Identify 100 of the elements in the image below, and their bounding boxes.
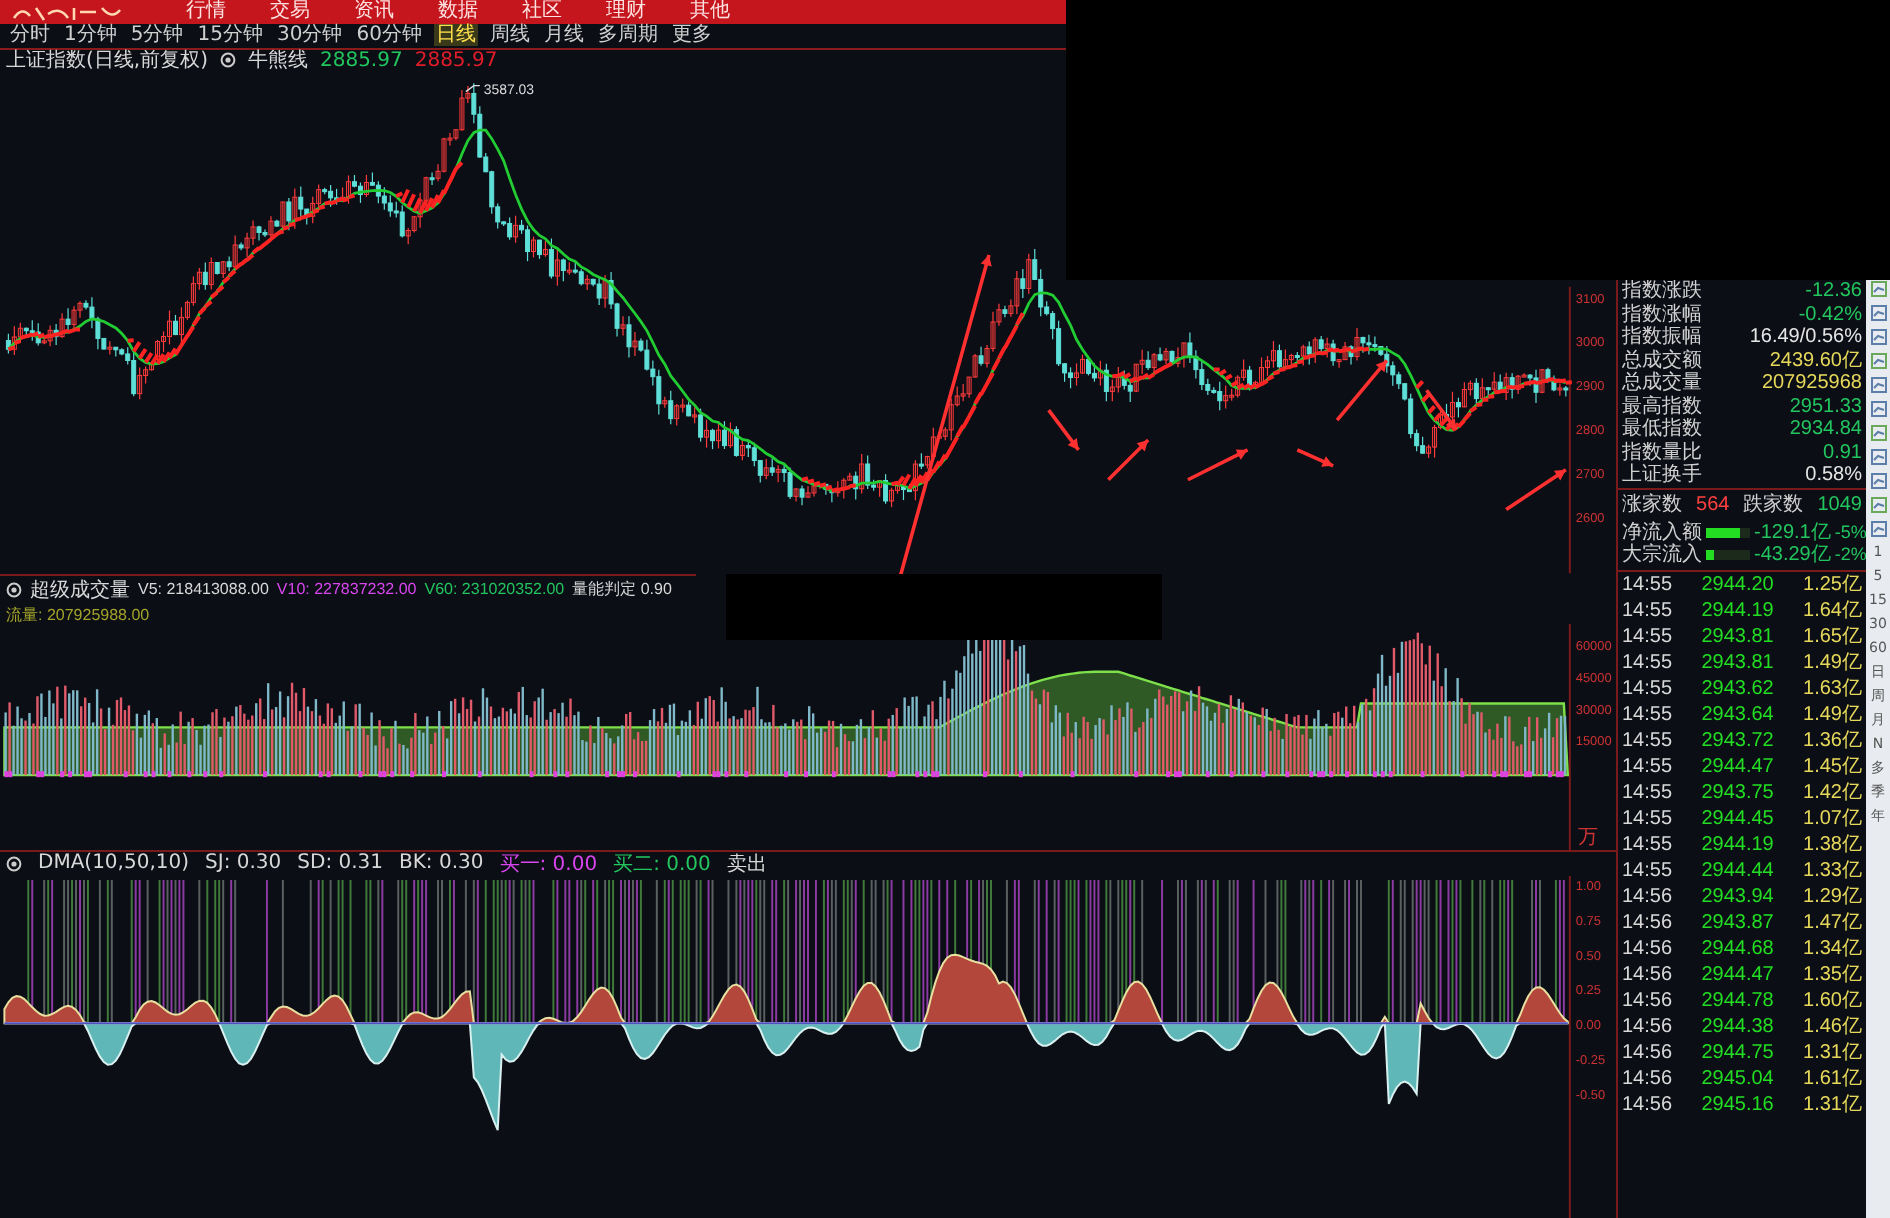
tick-amount: 1.49亿 [1803, 649, 1862, 675]
menu-item[interactable]: 理财 [606, 0, 646, 24]
tick-price: 2943.72 [1701, 727, 1774, 753]
period-tab[interactable]: 多周期 [595, 24, 660, 47]
toolbar-icon[interactable] [1869, 376, 1887, 394]
tick-amount: 1.49亿 [1803, 701, 1862, 727]
period-tab[interactable]: 30分钟 [274, 24, 345, 47]
tick-price: 2943.75 [1701, 779, 1774, 805]
menu-item[interactable]: 其他 [690, 0, 730, 24]
period-tab[interactable]: 周线 [487, 24, 532, 47]
toolbar-icon[interactable] [1869, 448, 1887, 466]
peak-marker [465, 84, 481, 93]
tick-amount: 1.63亿 [1803, 675, 1862, 701]
indicator-value: 2885.97 [319, 49, 403, 72]
tick-amount: 1.64亿 [1803, 597, 1862, 623]
info-value: 16.49/0.56% [1749, 326, 1862, 349]
period-tab[interactable]: 分时 [8, 24, 52, 47]
flow-percent: -2% [1834, 543, 1867, 565]
period-tab[interactable]: 月线 [541, 24, 586, 47]
breadth-label: 跌家数 [1743, 493, 1804, 517]
toolbar-icon[interactable] [1869, 280, 1887, 298]
tick-time: 14:56 [1622, 1065, 1673, 1091]
tick-time: 14:56 [1622, 1091, 1673, 1117]
tick-price: 2945.04 [1701, 1065, 1774, 1091]
info-value: 0.91 [1823, 441, 1862, 464]
tick-price: 2944.68 [1701, 935, 1774, 961]
indicator-value: BK: 0.30 [399, 852, 484, 875]
tick-price: 2944.47 [1701, 753, 1774, 779]
tick-price: 2944.75 [1701, 1039, 1774, 1065]
tick-time: 14:55 [1622, 597, 1673, 623]
indicator-value: 卖出 [726, 851, 767, 878]
tick-time: 14:55 [1622, 753, 1673, 779]
indicator-value: 量能判定 0.90 [572, 577, 672, 602]
tick-price: 2943.64 [1701, 701, 1774, 727]
tick-amount: 1.31亿 [1803, 1039, 1862, 1065]
period-tab[interactable]: 15分钟 [195, 24, 265, 47]
trend-arrow [1107, 438, 1150, 481]
tick-time: 14:55 [1622, 727, 1673, 753]
tick-price: 2943.94 [1701, 883, 1774, 909]
info-label: 指数涨幅 [1622, 303, 1702, 325]
indicator-value: 2885.97 [414, 49, 498, 72]
tick-time: 14:55 [1622, 623, 1673, 649]
tick-time: 14:55 [1622, 571, 1673, 597]
toolbar-icon[interactable] [1869, 352, 1887, 370]
tick-amount: 1.33亿 [1803, 857, 1862, 883]
period-tab[interactable]: 更多 [669, 24, 714, 47]
indicator-value: SD: 0.31 [297, 852, 384, 875]
trend-arrow [1505, 468, 1567, 511]
tick-price: 2943.81 [1701, 649, 1774, 675]
tick-amount: 1.38亿 [1803, 831, 1862, 857]
breadth-count: 564 [1696, 493, 1730, 517]
tick-time: 14:56 [1622, 1013, 1673, 1039]
toolbar-icon[interactable] [1869, 496, 1887, 514]
info-value: -0.42% [1798, 303, 1862, 326]
tick-amount: 1.60亿 [1803, 987, 1862, 1013]
period-tab[interactable]: 1分钟 [62, 24, 119, 47]
indicator-name: 牛熊线 [247, 47, 308, 75]
tick-time: 14:55 [1622, 857, 1673, 883]
unit-label: 万 [1577, 825, 1598, 848]
tick-time: 14:56 [1622, 961, 1673, 987]
flow-label: 净流入额 [1622, 521, 1702, 543]
tick-time: 14:55 [1622, 675, 1673, 701]
toolbar-icon[interactable] [1869, 472, 1887, 490]
period-tab[interactable]: 5分钟 [128, 24, 186, 47]
tick-price: 2944.45 [1701, 805, 1774, 831]
tick-amount: 1.45亿 [1803, 753, 1862, 779]
tick-price: 2944.47 [1701, 961, 1774, 987]
toolbar-icon[interactable] [1869, 424, 1887, 442]
tick-amount: 1.25亿 [1803, 571, 1862, 597]
toolbar-icon[interactable] [1869, 400, 1887, 418]
info-value: 2934.84 [1789, 418, 1862, 441]
period-tab[interactable]: 日线 [433, 24, 478, 47]
toolbar-icon[interactable] [1869, 328, 1887, 346]
breadth-count: 1049 [1817, 493, 1862, 517]
tick-price: 2945.16 [1701, 1091, 1774, 1117]
toolbar-icon[interactable] [1869, 304, 1887, 322]
indicator-icon[interactable] [6, 581, 22, 598]
tick-time: 14:55 [1622, 649, 1673, 675]
menu-item[interactable]: 社区 [522, 0, 562, 24]
tick-time: 14:55 [1622, 779, 1673, 805]
tick-amount: 1.35亿 [1803, 961, 1862, 987]
toolbar-icon[interactable] [1869, 520, 1887, 538]
tick-time: 14:55 [1622, 831, 1673, 857]
period-tab[interactable]: 60分钟 [354, 24, 424, 47]
indicator-icon[interactable] [219, 52, 236, 69]
menu-item[interactable]: 数据 [438, 0, 478, 24]
indicator-icon[interactable] [6, 855, 22, 872]
menu-item[interactable]: 资讯 [354, 0, 394, 24]
info-value: -12.36 [1805, 280, 1862, 303]
tick-amount: 1.31亿 [1803, 1091, 1862, 1117]
tick-price: 2944.38 [1701, 1013, 1774, 1039]
trend-arrow [1425, 389, 1458, 431]
info-label: 指数振幅 [1622, 326, 1702, 349]
tick-price: 2944.19 [1701, 597, 1774, 623]
menu-item[interactable]: 行情 [186, 0, 226, 24]
info-label: 上证换手 [1622, 464, 1702, 487]
indicator-value: V5: 218413088.00 [138, 577, 269, 602]
panel-title: DMA(10,50,10) [38, 852, 190, 875]
indicator-value: SJ: 0.30 [205, 852, 282, 875]
tick-time: 14:56 [1622, 909, 1673, 935]
